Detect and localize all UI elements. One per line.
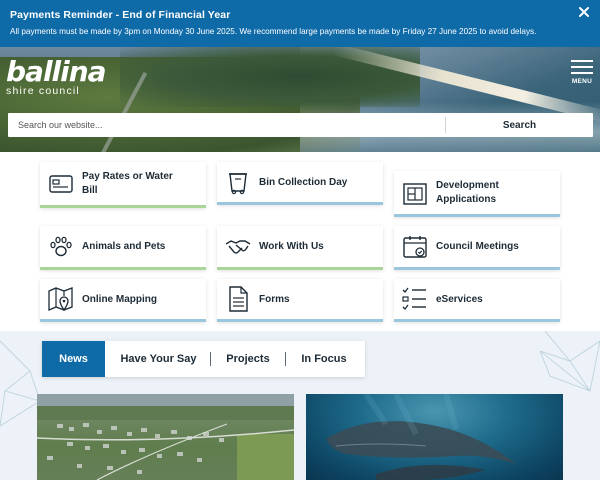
wheelie-bin-icon [229,173,247,195]
quick-link-label: Pay Rates or Water [82,171,173,182]
quick-link-council-meetings[interactable]: Council Meetings [394,226,560,270]
quick-link-work-with-us[interactable]: Work With Us [217,226,383,270]
menu-button[interactable]: MENU [570,60,594,85]
paw-icon [50,236,72,257]
news-tabs: News Have Your Say Projects In Focus [42,341,365,377]
logo-wordmark: ballina [6,55,107,88]
close-icon[interactable] [576,4,592,20]
alert-text: All payments must be made by 3pm on Mond… [10,27,537,36]
news-image-whale[interactable] [306,394,563,480]
quick-link-bin-collection[interactable]: Bin Collection Day [217,162,383,205]
quick-link-development-applications[interactable]: Development Applications [394,171,560,217]
menu-label: MENU [571,78,593,85]
quick-link-label: Development [436,180,499,191]
tab-have-your-say[interactable]: Have Your Say [107,341,210,377]
tab-separator [285,352,286,366]
quick-link-forms[interactable]: Forms [217,279,383,322]
quick-link-label: Bin Collection Day [259,177,348,188]
tab-in-focus[interactable]: In Focus [287,341,361,377]
whale-illustration [326,394,516,480]
site-logo[interactable]: ballina shire council [6,55,107,98]
news-section: News Have Your Say Projects In Focus [0,331,600,480]
quick-link-label-2: Applications [436,194,497,205]
quick-link-label: Animals and Pets [82,241,166,252]
search-input[interactable] [8,113,445,137]
document-icon [229,286,248,312]
quick-link-label: Work With Us [259,241,324,252]
quick-link-pay-rates[interactable]: Pay Rates or Water Bill [40,162,206,208]
map-pin-icon [48,287,73,312]
search-bar: Search [8,113,593,137]
quick-link-label: Council Meetings [436,241,519,252]
quick-link-label: Online Mapping [82,294,157,305]
tab-separator [210,352,211,366]
tab-projects[interactable]: Projects [212,341,284,377]
payment-card-icon [49,175,73,193]
tab-news[interactable]: News [42,341,105,377]
quick-link-label: Forms [259,294,290,305]
quick-link-eservices[interactable]: eServices [394,279,560,322]
alert-banner: Payments Reminder - End of Financial Yea… [0,0,600,47]
alert-title: Payments Reminder - End of Financial Yea… [10,9,231,21]
calendar-check-icon [403,236,427,258]
search-button[interactable]: Search [446,113,593,137]
news-image-aerial-suburb[interactable] [37,394,294,480]
checklist-icon [402,287,426,310]
quick-link-online-mapping[interactable]: Online Mapping [40,279,206,322]
hamburger-icon [570,60,594,74]
quick-link-label: eServices [436,294,483,305]
aerial-town-illustration [37,394,294,480]
building-plan-icon [403,183,427,205]
quick-link-label-2: Bill [82,185,98,196]
quick-link-animals-pets[interactable]: Animals and Pets [40,226,206,270]
handshake-icon [225,240,251,254]
